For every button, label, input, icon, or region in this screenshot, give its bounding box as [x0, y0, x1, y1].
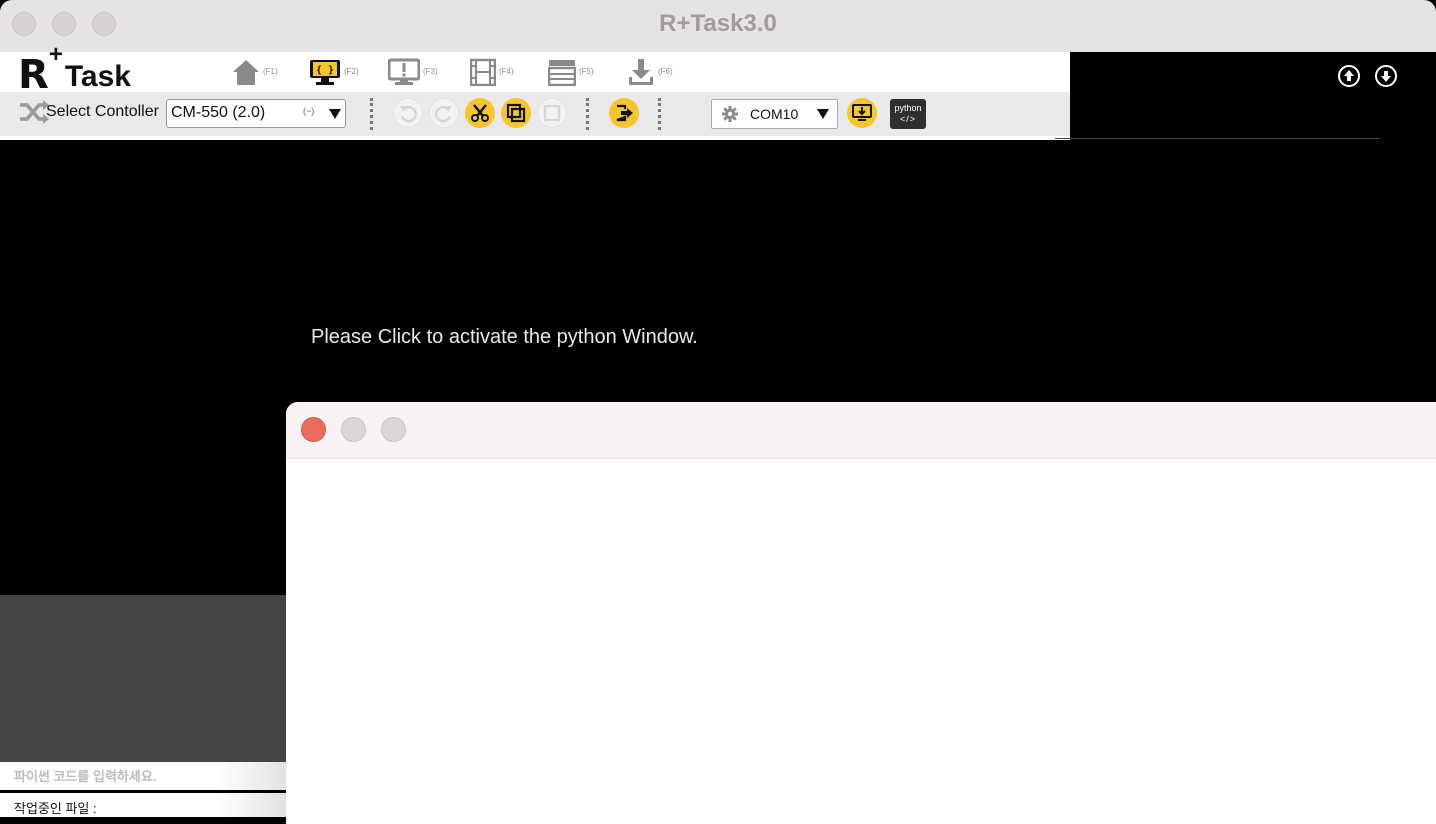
nav-monitor[interactable]: (F3): [388, 57, 438, 87]
code-input-placeholder: 파이썬 코드를 입력하세요.: [14, 769, 157, 784]
undo-icon: [400, 105, 417, 123]
svg-text:{ }: { }: [316, 65, 334, 76]
nav-home[interactable]: (F1): [232, 57, 278, 87]
upload-icon[interactable]: [1338, 65, 1360, 87]
controller-value: CM-550 (2.0): [171, 104, 266, 121]
nav-key-label: (F4): [499, 66, 514, 76]
copy-icon: [506, 103, 526, 123]
select-controller-text: Select Contoller: [46, 103, 159, 120]
python-zoom-button[interactable]: [381, 417, 406, 442]
python-label: python: [894, 103, 922, 113]
python-window[interactable]: [286, 402, 1436, 824]
title-bar: R+Task3.0: [0, 0, 1436, 52]
logo-plus: +: [48, 41, 63, 68]
alert-monitor-icon: [388, 58, 420, 85]
nav-key-label: (F1): [263, 66, 278, 76]
nav-download[interactable]: (F6): [627, 57, 673, 87]
toolbar-separator: [586, 98, 589, 130]
film-icon: [470, 58, 496, 86]
python-code-label: </>: [899, 114, 916, 124]
nav-key-label: (F3): [423, 66, 438, 76]
paste-icon: [543, 104, 561, 122]
toolbar-separator: [658, 98, 661, 130]
download-to-device-button[interactable]: [847, 98, 877, 128]
select-controller-label[interactable]: Select Contoller: [18, 99, 159, 125]
nav-film[interactable]: (F4): [470, 57, 514, 87]
exit-icon: [616, 104, 633, 122]
python-close-button[interactable]: [301, 417, 326, 442]
logo-task: Task: [64, 60, 131, 93]
chevron-down-icon: [817, 109, 829, 119]
home-icon: [233, 60, 259, 85]
download-icon: [629, 59, 653, 85]
cut-button[interactable]: [465, 98, 495, 128]
toolbar-divider: [0, 136, 1070, 140]
gear-icon: [722, 106, 738, 122]
port-dropdown[interactable]: COM10: [711, 99, 838, 129]
nav-clapper[interactable]: (F5): [548, 57, 594, 87]
activate-python-message[interactable]: Please Click to activate the python Wind…: [311, 326, 698, 349]
python-window-titlebar: [286, 402, 1436, 459]
exit-button[interactable]: [609, 98, 639, 128]
python-minimize-button[interactable]: [341, 417, 366, 442]
working-file-label: 작업중인 파일 :: [14, 801, 97, 816]
app-logo: R + Task: [18, 43, 131, 98]
clapper-icon: [548, 60, 576, 86]
logo-r: R: [18, 52, 49, 98]
nav-key-label: (F6): [658, 66, 673, 76]
scissors-icon: [471, 104, 489, 122]
nav-code[interactable]: { } (F2): [309, 57, 359, 87]
output-panel: [0, 595, 290, 762]
code-monitor-icon: { }: [310, 60, 340, 85]
port-value: COM10: [750, 106, 799, 122]
monitor-download-icon: [852, 104, 872, 121]
chevron-down-icon: [329, 109, 341, 119]
undo-button[interactable]: [393, 98, 423, 128]
redo-icon: [435, 105, 452, 123]
header-underline: [1055, 138, 1380, 139]
nav-key-label: (F2): [344, 66, 359, 76]
toolbar-top: [0, 52, 1070, 92]
copy-button[interactable]: [501, 98, 531, 128]
nav-key-label: (F5): [579, 66, 594, 76]
redo-button[interactable]: [429, 98, 459, 128]
window-title: R+Task3.0: [659, 10, 777, 37]
controller-dropdown[interactable]: CM-550 (2.0) (~): [166, 99, 346, 128]
file-status-bar: 작업중인 파일 :: [0, 790, 290, 824]
download-circle-icon[interactable]: [1375, 65, 1397, 87]
toolbar-separator: [370, 98, 373, 130]
controller-hint: (~): [303, 106, 315, 116]
code-input-row[interactable]: 파이썬 코드를 입력하세요.: [0, 762, 290, 790]
python-mode-button[interactable]: python </>: [890, 99, 926, 129]
paste-button[interactable]: [537, 98, 567, 128]
